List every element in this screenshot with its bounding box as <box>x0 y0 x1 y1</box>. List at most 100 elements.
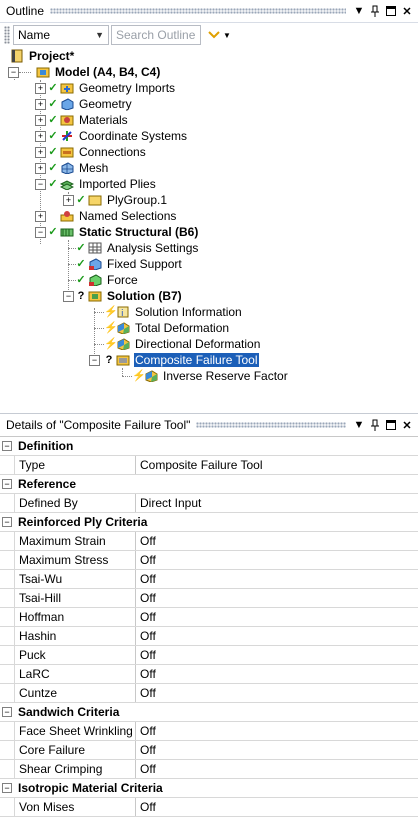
static-structural-icon <box>59 225 75 239</box>
tree-item-model[interactable]: Model (A4, B4, C4) <box>34 64 161 80</box>
toolbar-grip[interactable] <box>4 26 10 44</box>
collapse-toggle[interactable]: − <box>2 783 12 793</box>
property-row[interactable]: Tsai-Hill Off <box>0 589 418 608</box>
property-row[interactable]: Type Composite Failure Tool <box>0 456 418 475</box>
property-value[interactable]: Off <box>136 665 418 683</box>
expand-toggle[interactable]: + <box>35 211 46 222</box>
property-value[interactable]: Composite Failure Tool <box>136 456 418 474</box>
collapse-toggle[interactable]: − <box>35 179 46 190</box>
property-row[interactable]: Maximum Strain Off <box>0 532 418 551</box>
collapse-toggle[interactable]: − <box>2 707 12 717</box>
property-row[interactable]: Shear Crimping Off <box>0 760 418 779</box>
property-row[interactable]: Cuntze Off <box>0 684 418 703</box>
tree-item-imported-plies[interactable]: ✓ Imported Plies <box>48 176 157 192</box>
tree-item-total-deformation[interactable]: ⚡ Total Deformation <box>104 320 230 336</box>
tree-item-solution[interactable]: ? Solution (B7) <box>76 288 183 304</box>
expand-toggle[interactable]: + <box>35 131 46 142</box>
property-row[interactable]: Hashin Off <box>0 627 418 646</box>
tree-item-analysis-settings[interactable]: ✓ Analysis Settings <box>76 240 199 256</box>
property-row[interactable]: Core Failure Off <box>0 741 418 760</box>
property-value[interactable]: Direct Input <box>136 494 418 512</box>
category-header[interactable]: − Reinforced Ply Criteria <box>0 513 418 532</box>
tree-item-geometry[interactable]: ✓ Geometry <box>48 96 133 112</box>
maximize-icon[interactable] <box>384 418 398 432</box>
pin-icon[interactable] <box>368 418 382 432</box>
category-header[interactable]: − Isotropic Material Criteria <box>0 779 418 798</box>
property-value[interactable]: Off <box>136 589 418 607</box>
property-value[interactable]: Off <box>136 532 418 550</box>
dropdown-icon[interactable]: ▼ <box>352 418 366 432</box>
property-label: Tsai-Hill <box>15 589 136 607</box>
property-row[interactable]: Maximum Stress Off <box>0 551 418 570</box>
property-row[interactable]: Tsai-Wu Off <box>0 570 418 589</box>
expand-toggle[interactable]: + <box>35 115 46 126</box>
property-row[interactable]: Defined By Direct Input <box>0 494 418 513</box>
collapse-toggle[interactable]: − <box>2 479 12 489</box>
tree-item-composite-failure-tool[interactable]: ? Composite Failure Tool <box>104 352 260 368</box>
property-value[interactable]: Off <box>136 684 418 702</box>
tree-item-inverse-reserve-factor[interactable]: ⚡ Inverse Reserve Factor <box>132 368 289 384</box>
tree-item-geometry-imports[interactable]: ✓ Geometry Imports <box>48 80 176 96</box>
collapse-toggle[interactable]: − <box>2 441 12 451</box>
tree-item-solution-information[interactable]: ⚡ i Solution Information <box>104 304 243 320</box>
details-title-bar: Details of "Composite Failure Tool" ▼ ✕ <box>0 413 418 437</box>
property-row[interactable]: Von Mises Off <box>0 798 418 817</box>
property-row[interactable]: Face Sheet Wrinkling Off <box>0 722 418 741</box>
category-header[interactable]: − Reference <box>0 475 418 494</box>
collapse-toggle[interactable]: − <box>35 227 46 238</box>
filter-options-button[interactable]: ▼ <box>207 30 231 40</box>
property-value[interactable]: Off <box>136 760 418 778</box>
search-input[interactable]: Search Outline <box>111 25 201 45</box>
collapse-toggle[interactable]: − <box>63 291 74 302</box>
property-value[interactable]: Off <box>136 570 418 588</box>
category-header[interactable]: − Sandwich Criteria <box>0 703 418 722</box>
expand-toggle[interactable]: + <box>35 147 46 158</box>
expand-toggle[interactable]: + <box>35 163 46 174</box>
category-header[interactable]: − Definition <box>0 437 418 456</box>
maximize-icon[interactable] <box>384 4 398 18</box>
tree-item-fixed-support[interactable]: ✓ Fixed Support <box>76 256 183 272</box>
dropdown-icon[interactable]: ▼ <box>352 4 366 18</box>
geometry-imports-icon <box>59 81 75 95</box>
tree-item-plygroup[interactable]: ✓ PlyGroup.1 <box>76 192 168 208</box>
property-value[interactable]: Off <box>136 608 418 626</box>
expand-toggle[interactable]: + <box>35 99 46 110</box>
property-value[interactable]: Off <box>136 741 418 759</box>
tree-item-coordinate-systems[interactable]: ✓ Coordinate Systems <box>48 128 188 144</box>
tree-item-static-structural[interactable]: ✓ Static Structural (B6) <box>48 224 199 240</box>
tree-item-mesh[interactable]: ✓ Mesh <box>48 160 109 176</box>
check-icon: ✓ <box>48 162 58 174</box>
tree-item-project[interactable]: Project* <box>8 48 75 64</box>
close-icon[interactable]: ✕ <box>400 4 414 18</box>
property-value[interactable]: Off <box>136 722 418 740</box>
check-icon: ✓ <box>48 146 58 158</box>
property-row[interactable]: Puck Off <box>0 646 418 665</box>
pin-icon[interactable] <box>368 4 382 18</box>
property-value[interactable]: Off <box>136 798 418 816</box>
collapse-toggle[interactable]: − <box>8 67 19 78</box>
property-row[interactable]: Hoffman Off <box>0 608 418 627</box>
property-label: Face Sheet Wrinkling <box>15 722 136 740</box>
tree-item-connections[interactable]: ✓ Connections <box>48 144 147 160</box>
title-grip[interactable] <box>196 422 346 428</box>
property-row[interactable]: LaRC Off <box>0 665 418 684</box>
collapse-toggle[interactable]: − <box>2 517 12 527</box>
tree-item-directional-deformation[interactable]: ⚡ Directional Deformation <box>104 336 261 352</box>
tree-item-named-selections[interactable]: Named Selections <box>48 208 177 224</box>
title-grip[interactable] <box>50 8 346 14</box>
property-value[interactable]: Off <box>136 646 418 664</box>
tree-item-force[interactable]: ✓ Force <box>76 272 139 288</box>
property-value[interactable]: Off <box>136 627 418 645</box>
expand-toggle[interactable]: + <box>35 83 46 94</box>
tree-item-materials[interactable]: ✓ Materials <box>48 112 129 128</box>
property-value[interactable]: Off <box>136 551 418 569</box>
expand-toggle[interactable]: + <box>63 195 74 206</box>
property-label: Von Mises <box>15 798 136 816</box>
materials-icon <box>59 113 75 127</box>
check-icon: ✓ <box>76 194 86 206</box>
model-icon <box>35 65 51 79</box>
check-icon: ✓ <box>48 178 58 190</box>
close-icon[interactable]: ✕ <box>400 418 414 432</box>
name-filter-combo[interactable]: Name ▼ <box>13 25 109 45</box>
collapse-toggle[interactable]: − <box>89 355 100 366</box>
